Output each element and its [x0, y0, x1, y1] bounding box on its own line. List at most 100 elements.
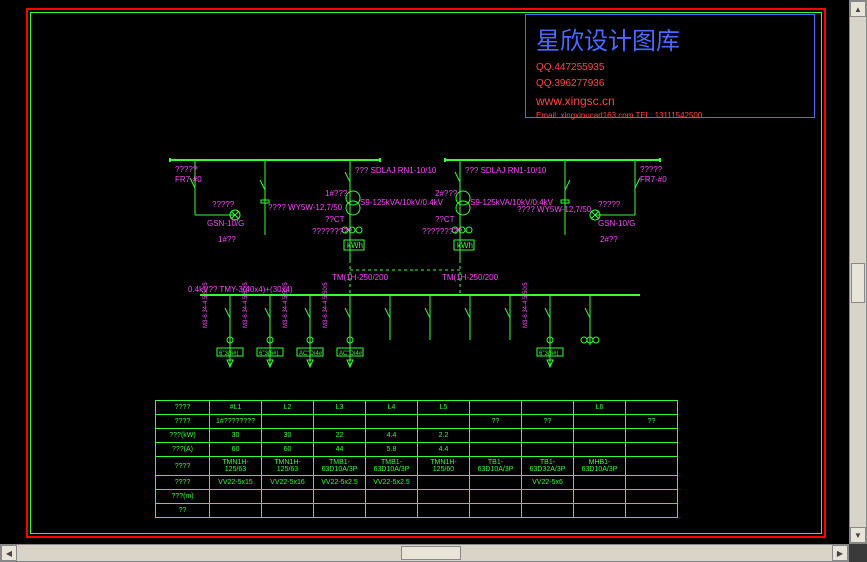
left-incomer-bkr: FR7-#0	[175, 175, 202, 184]
scroll-up-button[interactable]: ▲	[850, 1, 866, 17]
left-incomer-note: 1#??	[218, 235, 236, 244]
table-row: ???(A)6060445.84.4	[156, 443, 678, 457]
right-incomer-note: 2#??	[600, 235, 618, 244]
feeder-7	[465, 295, 470, 340]
cell	[418, 490, 470, 504]
t1-ct: ??CT	[325, 215, 345, 224]
cell	[210, 490, 262, 504]
cell: VV22-5x2.5	[366, 476, 418, 490]
cell: L3	[314, 401, 366, 415]
cell	[262, 415, 314, 429]
cell: 22	[314, 429, 366, 443]
row-header: ????	[156, 401, 210, 415]
cell	[470, 401, 522, 415]
svg-text:6"3(6#): 6"3(6#)	[259, 351, 278, 357]
cell: TMB1-63D10A/3P	[314, 457, 366, 476]
table-row: ????1#??????????????	[156, 415, 678, 429]
feeder-6	[425, 295, 430, 340]
cell: 60	[262, 443, 314, 457]
cell	[574, 490, 626, 504]
scroll-thumb-horizontal[interactable]	[401, 546, 461, 560]
t2-rating: S9-125kVA/10kV/0.4kV	[470, 198, 554, 207]
cell: TMN1H-125/63	[262, 457, 314, 476]
cell	[314, 490, 366, 504]
table-row: ????#L1L2L3L4L5L6	[156, 401, 678, 415]
cell	[626, 401, 678, 415]
horizontal-scrollbar[interactable]: ◀ ▶	[0, 544, 849, 562]
row-header: ????	[156, 415, 210, 429]
left-incomer-tag: ?????	[175, 165, 198, 174]
row-header: ????	[156, 476, 210, 490]
feeder-5	[385, 295, 390, 340]
row-header: ???(kW)	[156, 429, 210, 443]
cell: VV22-5x15	[210, 476, 262, 490]
feeder-8	[505, 295, 510, 340]
t2-hvsw: ??? SDLAJ RN1-10/10	[465, 166, 547, 175]
cell	[574, 443, 626, 457]
cell	[574, 429, 626, 443]
right-incomer-tag: ?????	[640, 165, 663, 174]
cell: ??	[470, 415, 522, 429]
scroll-left-button[interactable]: ◀	[1, 545, 17, 561]
cell	[574, 415, 626, 429]
svg-text:M3-6.34-4.5 50/5: M3-6.34-4.5 50/5	[283, 282, 289, 328]
cell	[366, 504, 418, 518]
cell: 2.2	[418, 429, 470, 443]
vertical-scrollbar[interactable]: ▲ ▼	[849, 0, 867, 544]
cell: TMN1H-125/63	[210, 457, 262, 476]
t2-meter: ?????????	[422, 227, 463, 236]
left-incomer-fuse: ?????	[212, 200, 235, 209]
cell: MHB1-63D10A/3P	[574, 457, 626, 476]
cell: TB1-63D32A/3P	[522, 457, 574, 476]
row-header: ????	[156, 457, 210, 476]
t2-meter-box: kWh	[457, 241, 473, 250]
cell: ??	[626, 415, 678, 429]
cell	[262, 504, 314, 518]
t1-bus: TM(1H-250/200	[332, 273, 389, 282]
cell	[470, 429, 522, 443]
cell: VV22-5x2.5	[314, 476, 366, 490]
cell: ??	[522, 415, 574, 429]
cell	[366, 490, 418, 504]
t1-meter-box: kWh	[347, 241, 363, 250]
cell	[522, 401, 574, 415]
scroll-down-button[interactable]: ▼	[850, 527, 866, 543]
cell	[210, 504, 262, 518]
t1-rating: S9-125kVA/10kV/0.4kV	[360, 198, 444, 207]
left-incomer-iso: GSN-10/G	[207, 219, 244, 228]
cell	[626, 457, 678, 476]
cell	[470, 490, 522, 504]
cell	[470, 443, 522, 457]
cell: 1#????????	[210, 415, 262, 429]
svg-text:M3-6.34-4.5 50/5: M3-6.34-4.5 50/5	[323, 282, 329, 328]
cell	[262, 490, 314, 504]
scroll-thumb-vertical[interactable]	[851, 263, 865, 303]
cell	[470, 504, 522, 518]
cell	[626, 504, 678, 518]
row-header: ???(A)	[156, 443, 210, 457]
cell	[522, 504, 574, 518]
cell: L6	[574, 401, 626, 415]
cell	[574, 476, 626, 490]
cell: 5.8	[366, 443, 418, 457]
table-row: ????VV22-5x15VV22-5x16VV22-5x2.5VV22-5x2…	[156, 476, 678, 490]
row-header: ???(m)	[156, 490, 210, 504]
cell: L2	[262, 401, 314, 415]
cell: 44	[314, 443, 366, 457]
cell	[366, 415, 418, 429]
scroll-right-button[interactable]: ▶	[832, 545, 848, 561]
cad-canvas[interactable]: 星欣设计图库 QQ.447255935 QQ.396277936 www.xin…	[0, 0, 849, 544]
table-row: ???(m)	[156, 490, 678, 504]
cell	[314, 504, 366, 518]
svg-text:AC"D/4#: AC"D/4#	[339, 351, 363, 357]
left-incomer-pt: ???? WY5W-12,7/50	[268, 203, 343, 212]
cell	[418, 415, 470, 429]
svg-text:AC"D/4#: AC"D/4#	[299, 351, 323, 357]
t1-note: 1#???	[325, 189, 348, 198]
cell	[626, 429, 678, 443]
cell: 60	[210, 443, 262, 457]
cell: TB1-63D10A/3P	[470, 457, 522, 476]
t1-hvsw: ??? SDLAJ RN1-10/10	[355, 166, 437, 175]
feeder-10	[581, 295, 599, 345]
cell: TMN1H-125/60	[418, 457, 470, 476]
